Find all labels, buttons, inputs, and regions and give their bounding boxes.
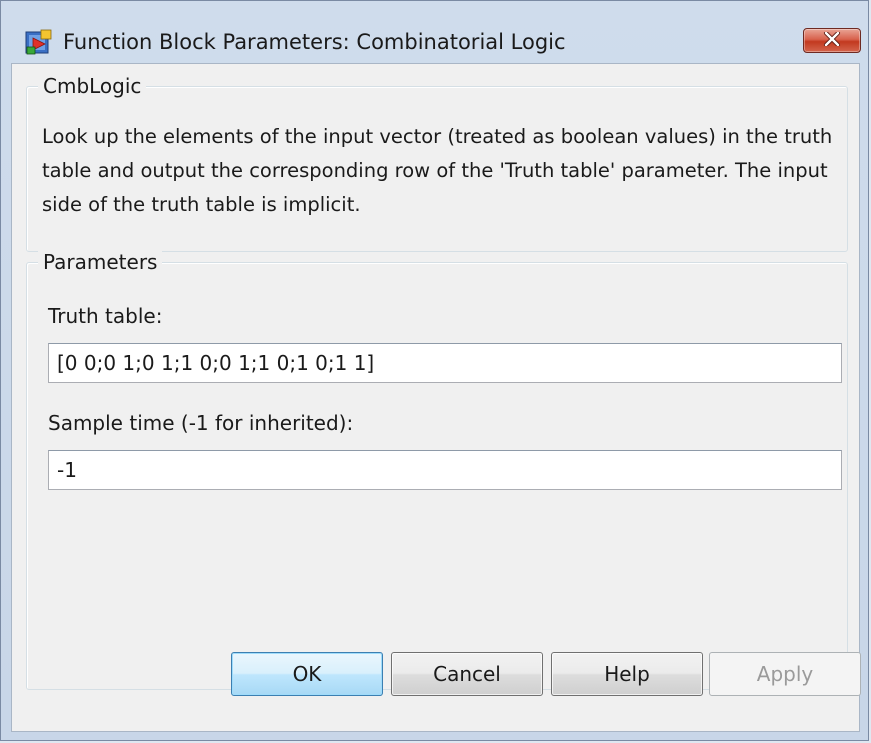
window-title: Function Block Parameters: Combinatorial… — [63, 30, 566, 54]
title-bar[interactable]: Function Block Parameters: Combinatorial… — [1, 1, 868, 65]
close-button[interactable] — [803, 28, 861, 53]
dialog-window: Function Block Parameters: Combinatorial… — [0, 0, 869, 741]
close-icon — [823, 30, 841, 50]
parameters-group-label: Parameters — [38, 250, 163, 274]
ok-button[interactable]: OK — [231, 652, 383, 696]
truth-table-label: Truth table: — [48, 304, 163, 328]
sample-time-label: Sample time (-1 for inherited): — [48, 411, 354, 435]
help-button[interactable]: Help — [551, 652, 703, 696]
sample-time-input[interactable]: -1 — [48, 450, 842, 490]
block-description: Look up the elements of the input vector… — [42, 125, 833, 216]
simulink-block-icon — [25, 29, 53, 55]
apply-button[interactable]: Apply — [709, 652, 861, 696]
truth-table-input[interactable]: [0 0;0 1;0 1;1 0;0 1;1 0;1 0;1 1] — [48, 343, 842, 383]
cancel-button[interactable]: Cancel — [391, 652, 543, 696]
dialog-body: CmbLogic Look up the elements of the inp… — [11, 63, 860, 732]
description-group-label: CmbLogic — [38, 74, 147, 98]
